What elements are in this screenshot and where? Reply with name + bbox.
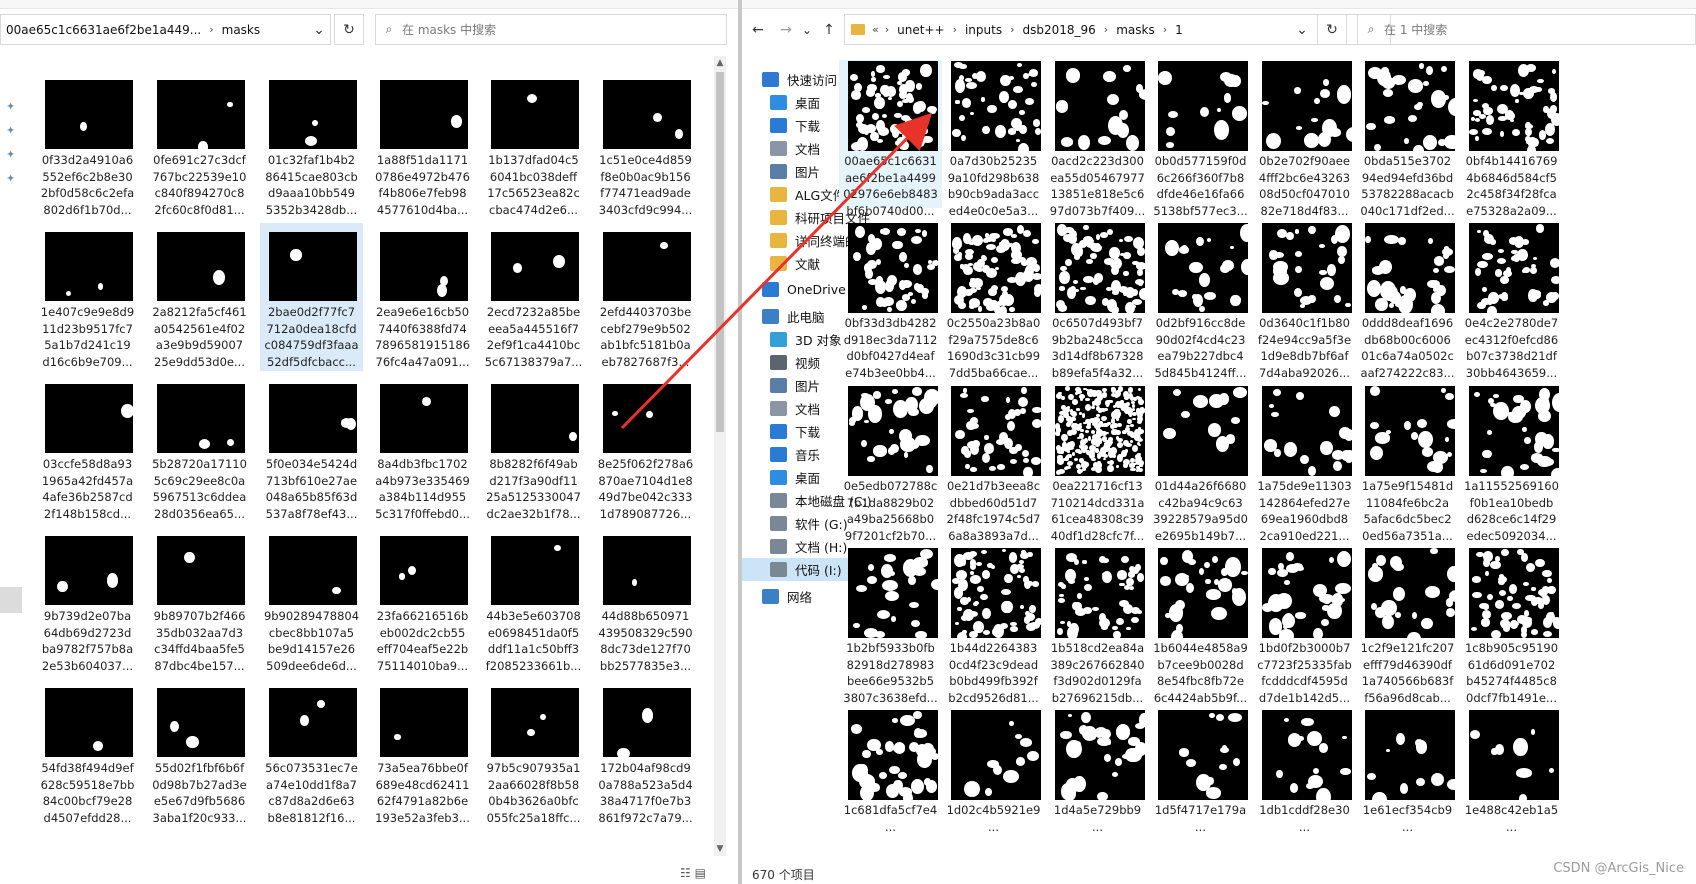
annotation-arrow-line — [620, 112, 933, 430]
desktop: 00ae65c1c6631ae6f2be1a449... › masks ⌄ ↻… — [0, 0, 1696, 884]
watermark: CSDN @ArcGis_Nice — [1553, 861, 1684, 876]
annotation-arrow — [620, 112, 933, 430]
